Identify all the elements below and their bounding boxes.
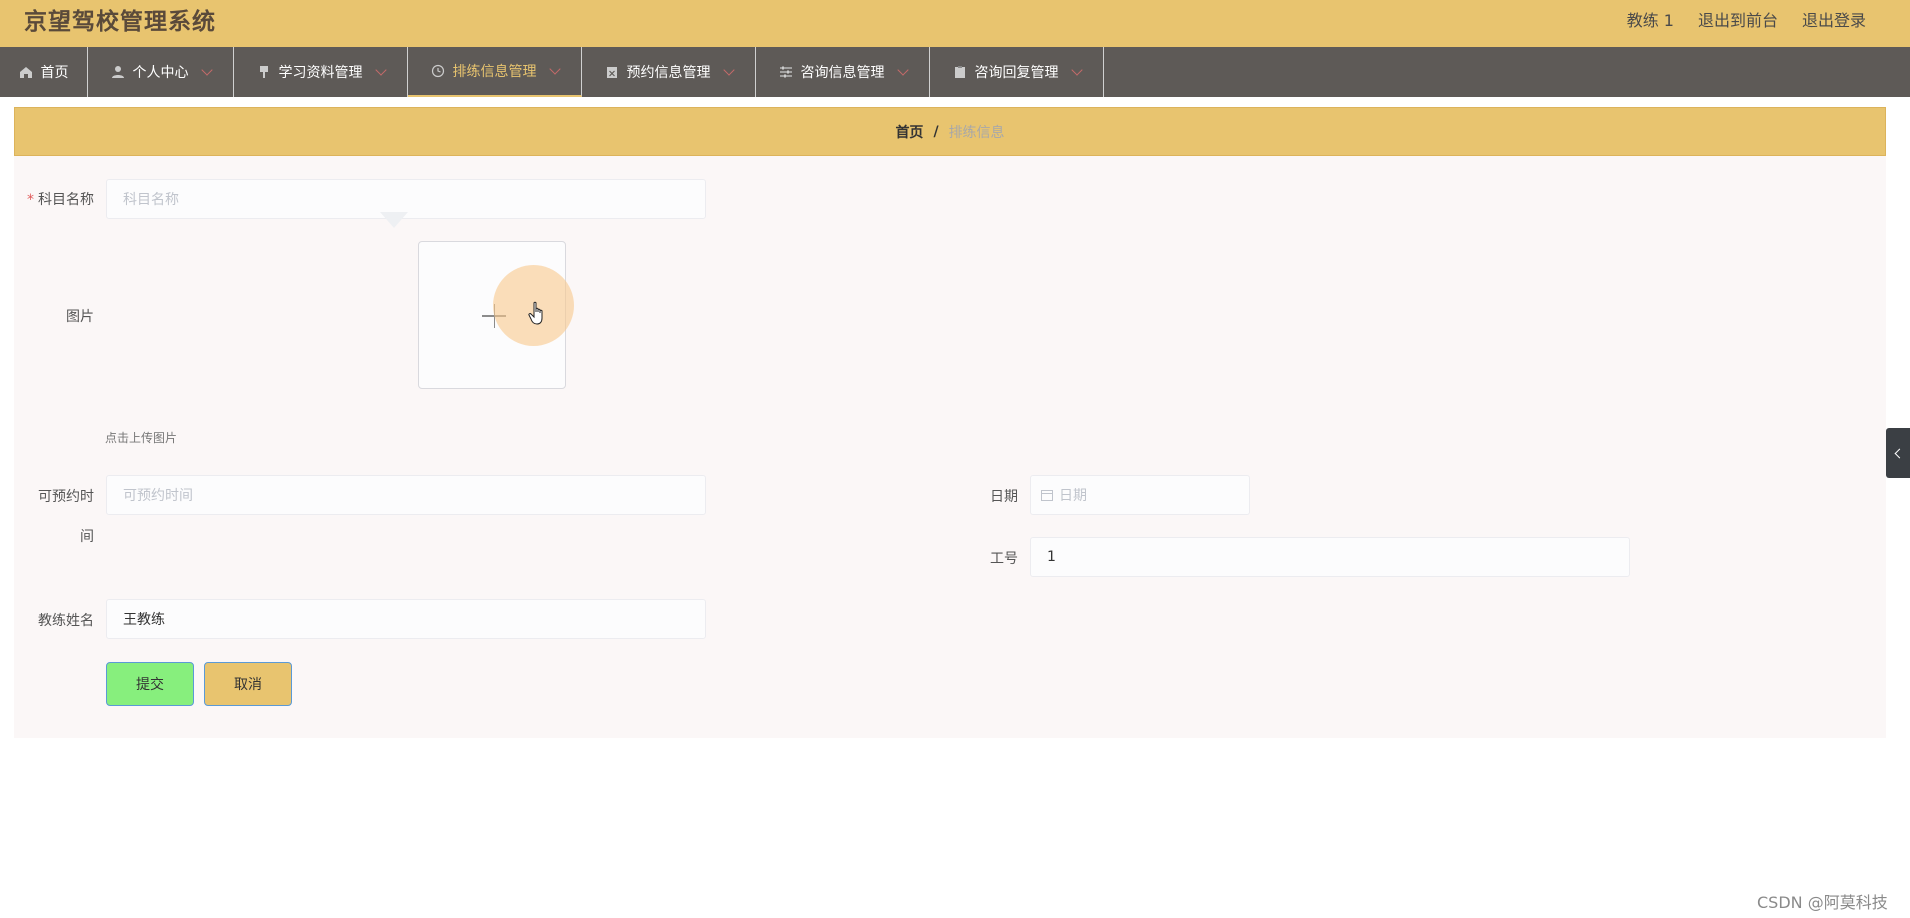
chevron-down-icon [374,64,387,76]
pin-icon [259,66,268,78]
chevron-down-icon [200,64,213,76]
user-icon [111,66,124,78]
nav-label: 个人中心 [132,65,189,81]
logout-link[interactable]: 退出登录 [1802,7,1866,31]
job-no-label: 工号 [990,551,1018,567]
current-user: 教练 1 [1626,11,1674,30]
subject-label: * 科目名称 [20,189,94,209]
nav-item-personal-center[interactable]: 个人中心 [88,47,234,97]
cancel-button[interactable]: 取消 [204,662,292,706]
tooltip-arrow [380,212,408,228]
coach-name-input[interactable]: 王教练 [106,599,706,639]
breadcrumb-current: 排练信息 [948,124,1005,141]
home-icon [19,67,32,78]
main-nav: 首页 个人中心 学习资料管理 排练信息管理 预约信息管理 咨询信息管理 咨询回复… [0,47,1910,97]
job-no-input[interactable]: 1 [1030,537,1630,577]
calendar-x-icon [606,67,617,78]
top-header: 京望驾校管理系统 教练 1 退出到前台 退出登录 [0,0,1910,47]
chevron-down-icon [896,64,909,76]
breadcrumb-home[interactable]: 首页 [895,122,923,142]
clipboard-icon [954,66,965,78]
available-time-label: 可预约时 [38,489,94,505]
chevron-down-icon [548,63,561,75]
date-label: 日期 [990,489,1018,505]
nav-label: 排练信息管理 [452,64,537,80]
header-links: 教练 1 退出到前台 退出登录 [1627,7,1866,31]
nav-item-consult-management[interactable]: 咨询信息管理 [756,47,930,97]
date-picker[interactable]: 日期 [1030,475,1250,515]
nav-label: 咨询回复管理 [974,65,1059,81]
breadcrumb-separator: / [933,123,939,140]
form-panel [14,156,1886,738]
exit-to-front-link[interactable]: 退出到前台 [1698,7,1778,31]
watermark: CSDN @阿莫科技 [1757,893,1888,912]
nav-label: 咨询信息管理 [800,65,885,81]
chevron-left-icon [1894,448,1905,458]
upload-hint: 点击上传图片 [105,431,178,445]
nav-item-reply-management[interactable]: 咨询回复管理 [930,47,1104,97]
hand-cursor-icon [528,301,543,325]
chevron-down-icon [1070,64,1083,76]
nav-item-study-materials[interactable]: 学习资料管理 [234,47,408,97]
available-time-label-wrap: 间 [80,529,94,545]
available-time-input[interactable]: 可预约时间 [106,475,706,515]
nav-label: 学习资料管理 [278,65,363,81]
nav-label: 预约信息管理 [626,65,711,81]
clock-icon [431,64,444,78]
nav-item-booking-management[interactable]: 预约信息管理 [582,47,756,97]
image-label: 图片 [66,309,94,325]
nav-item-schedule-management[interactable]: 排练信息管理 [408,47,582,97]
nav-item-home[interactable]: 首页 [0,47,88,97]
coach-name-label: 教练姓名 [38,613,94,629]
subject-label-text: 科目名称 [38,192,94,208]
nav-label: 首页 [40,65,69,81]
chevron-down-icon [722,64,735,76]
date-placeholder: 日期 [1059,488,1087,504]
sliders-icon [779,66,792,78]
calendar-icon [1041,490,1053,501]
breadcrumb: 首页 / 排练信息 [14,107,1886,156]
app-title: 京望驾校管理系统 [24,9,216,35]
submit-button[interactable]: 提交 [106,662,194,706]
required-mark: * [27,192,34,208]
side-panel-toggle[interactable] [1886,428,1910,478]
